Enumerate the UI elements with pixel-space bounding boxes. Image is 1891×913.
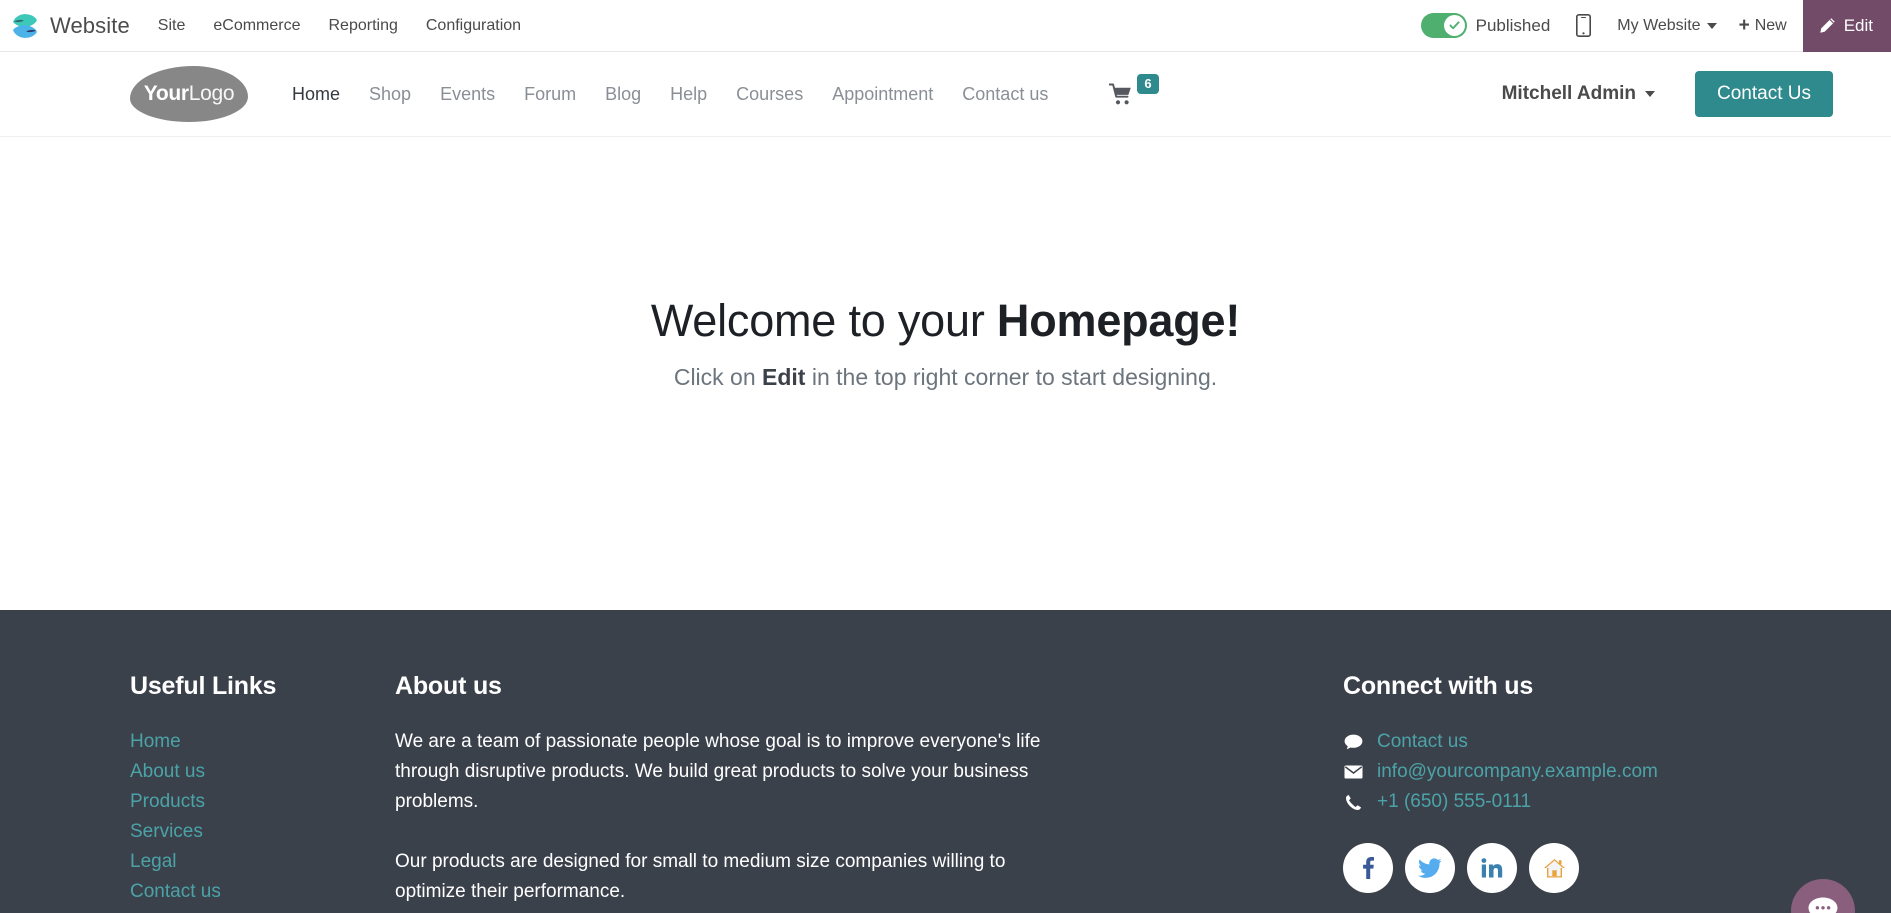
new-button-label: New bbox=[1754, 16, 1787, 34]
edit-button-label: Edit bbox=[1843, 15, 1873, 35]
page-subtitle-before: Click on bbox=[673, 364, 763, 390]
user-menu-label: Mitchell Admin bbox=[1501, 83, 1637, 104]
edit-button[interactable]: Edit bbox=[1802, 0, 1891, 52]
phone-svg bbox=[1345, 794, 1361, 810]
publish-label: Published bbox=[1475, 15, 1551, 35]
mobile-phone-icon[interactable] bbox=[1576, 14, 1592, 37]
website-selector-label: My Website bbox=[1617, 16, 1701, 34]
facebook-icon[interactable] bbox=[1343, 843, 1393, 893]
site-menu-item-help[interactable]: Help bbox=[670, 84, 707, 105]
chevron-down-icon bbox=[1645, 91, 1656, 97]
menu-item-site[interactable]: Site bbox=[158, 17, 186, 35]
menu-item-ecommerce[interactable]: eCommerce bbox=[213, 17, 300, 35]
site-menu-item-events[interactable]: Events bbox=[440, 84, 495, 105]
contact-us-cta-button[interactable]: Contact Us bbox=[1695, 71, 1833, 117]
phone-icon bbox=[1343, 794, 1363, 811]
footer-about-column: About us We are a team of passionate peo… bbox=[395, 672, 1075, 913]
site-menu-item-courses[interactable]: Courses bbox=[736, 84, 803, 105]
footer-connect-column: Connect with us Contact us info@yourcomp… bbox=[1343, 672, 1833, 913]
site-menu-item-blog[interactable]: Blog bbox=[605, 84, 641, 105]
footer-connect-heading: Connect with us bbox=[1343, 672, 1534, 700]
site-logo-text-bold: Your bbox=[143, 82, 189, 105]
linkedin-icon[interactable] bbox=[1467, 843, 1517, 893]
envelope-svg bbox=[1344, 765, 1362, 779]
site-menu-item-home[interactable]: Home bbox=[292, 84, 340, 105]
publish-switch-track[interactable] bbox=[1420, 13, 1467, 38]
footer-email-link[interactable]: info@yourcompany.example.com bbox=[1377, 757, 1658, 787]
footer-contact-us-link[interactable]: Contact us bbox=[1377, 727, 1468, 757]
app-name: Website bbox=[50, 12, 130, 38]
site-menu-item-shop[interactable]: Shop bbox=[369, 84, 411, 105]
footer-phone-link[interactable]: +1 (650) 555-0111 bbox=[1377, 787, 1531, 817]
page-subtitle-after: in the top right corner to start designi… bbox=[805, 364, 1218, 390]
chevron-down-icon bbox=[1706, 22, 1717, 29]
site-menu-item-contact-us[interactable]: Contact us bbox=[962, 84, 1048, 105]
footer-link-products[interactable]: Products bbox=[130, 787, 395, 817]
shopping-cart-icon bbox=[1109, 83, 1132, 104]
footer-link-legal[interactable]: Legal bbox=[130, 847, 395, 877]
envelope-icon bbox=[1343, 765, 1363, 779]
page-subtitle-bold: Edit bbox=[762, 364, 806, 390]
footer-link-home[interactable]: Home bbox=[130, 727, 395, 757]
twitter-svg bbox=[1418, 858, 1442, 878]
footer-link-services[interactable]: Services bbox=[130, 817, 395, 847]
pencil-icon bbox=[1820, 18, 1835, 33]
odoo-bar-right: Published My Website + New Edit bbox=[1420, 0, 1891, 52]
page-title-bold: Homepage! bbox=[996, 295, 1241, 346]
site-logo[interactable]: Your Logo bbox=[130, 66, 248, 122]
website-selector[interactable]: My Website bbox=[1617, 16, 1717, 35]
footer-contact-row-email[interactable]: info@yourcompany.example.com bbox=[1343, 757, 1833, 787]
plus-icon: + bbox=[1738, 15, 1750, 36]
comment-bubble-icon bbox=[1343, 734, 1363, 751]
publish-switch-knob bbox=[1443, 15, 1465, 36]
odoo-main-menu: Site eCommerce Reporting Configuration bbox=[158, 17, 521, 35]
facebook-svg bbox=[1363, 857, 1374, 879]
footer-about-paragraph-2: Our products are designed for small to m… bbox=[395, 851, 1006, 902]
footer-useful-links-heading: Useful Links bbox=[130, 672, 277, 700]
new-button[interactable]: + New bbox=[1739, 16, 1787, 35]
footer-about-heading: About us bbox=[395, 672, 502, 700]
page-title: Welcome to your Homepage! bbox=[650, 295, 1241, 347]
website-navbar: Your Logo Home Shop Events Forum Blog Hel… bbox=[0, 52, 1891, 137]
odoo-logo-icon[interactable] bbox=[10, 11, 40, 41]
website-navbar-right: Mitchell Admin Contact Us bbox=[1502, 71, 1833, 117]
footer-useful-links-column: Useful Links Home About us Products Serv… bbox=[130, 672, 395, 913]
footer-link-about-us[interactable]: About us bbox=[130, 757, 395, 787]
odoo-system-bar: Website Site eCommerce Reporting Configu… bbox=[0, 0, 1891, 52]
check-icon bbox=[1449, 21, 1460, 30]
twitter-icon[interactable] bbox=[1405, 843, 1455, 893]
site-footer: Useful Links Home About us Products Serv… bbox=[0, 610, 1891, 913]
mobile-phone-svg bbox=[1576, 14, 1592, 37]
hero-section: Welcome to your Homepage! Click on Edit … bbox=[0, 137, 1891, 610]
footer-contact-row-phone[interactable]: +1 (650) 555-0111 bbox=[1343, 787, 1833, 817]
chat-bubble-icon bbox=[1808, 897, 1838, 913]
page-title-normal: Welcome to your bbox=[650, 295, 997, 346]
cart-count-badge: 6 bbox=[1137, 73, 1159, 94]
user-menu[interactable]: Mitchell Admin bbox=[1501, 83, 1656, 105]
page-subtitle: Click on Edit in the top right corner to… bbox=[674, 364, 1217, 391]
menu-item-reporting[interactable]: Reporting bbox=[329, 17, 398, 35]
home-icon[interactable] bbox=[1529, 843, 1579, 893]
odoo-logo-svg bbox=[13, 13, 37, 38]
footer-social-links bbox=[1343, 843, 1833, 893]
menu-item-configuration[interactable]: Configuration bbox=[426, 17, 521, 35]
website-menu: Home Shop Events Forum Blog Help Courses… bbox=[292, 73, 1159, 106]
site-logo-text-light: Logo bbox=[188, 82, 235, 105]
footer-link-contact-us[interactable]: Contact us bbox=[130, 877, 395, 907]
site-menu-item-forum[interactable]: Forum bbox=[524, 84, 576, 105]
footer-contact-row-contact-us[interactable]: Contact us bbox=[1343, 727, 1833, 757]
cart-button[interactable]: 6 bbox=[1109, 73, 1159, 106]
comment-bubble-svg bbox=[1344, 734, 1362, 749]
home-svg bbox=[1543, 858, 1565, 877]
site-logo-text: Your Logo bbox=[130, 66, 248, 122]
footer-about-paragraph-1: We are a team of passionate people whose… bbox=[395, 731, 1041, 812]
linkedin-svg bbox=[1481, 858, 1503, 878]
site-menu-item-appointment[interactable]: Appointment bbox=[832, 84, 933, 105]
publish-toggle[interactable]: Published bbox=[1420, 13, 1551, 38]
